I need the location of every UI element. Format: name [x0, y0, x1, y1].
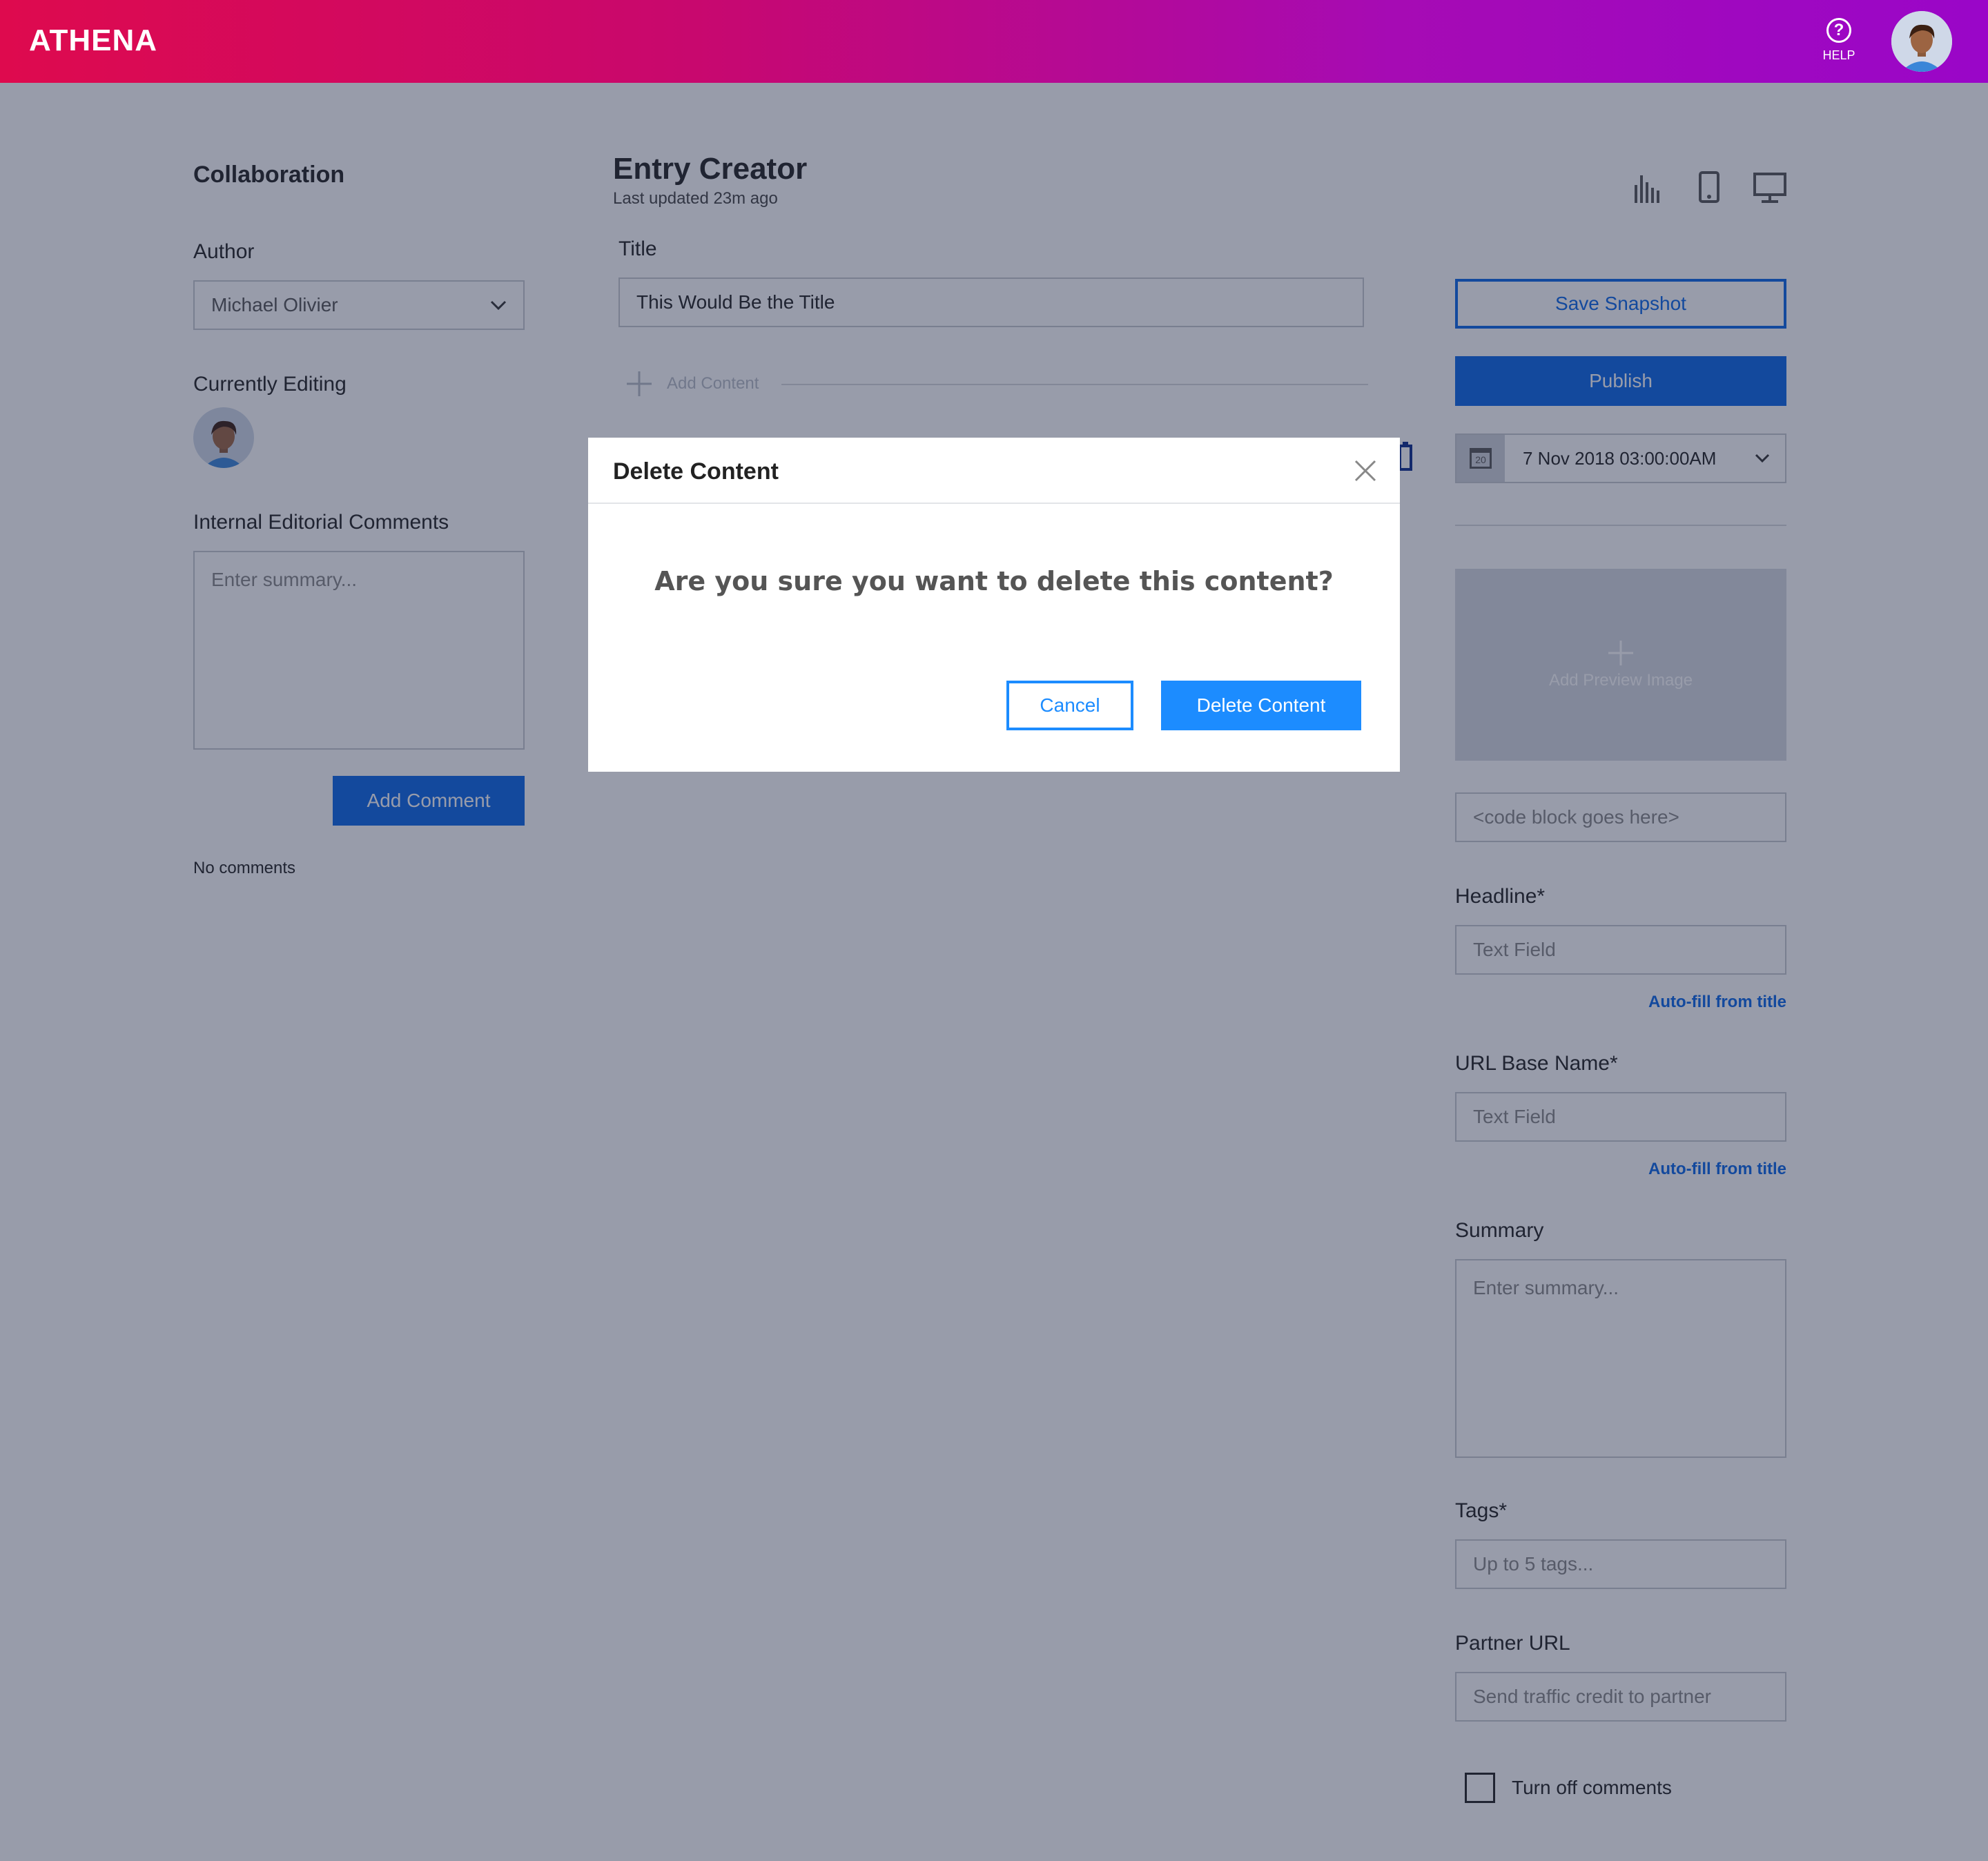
app-logo[interactable]: ATHENA [29, 23, 157, 58]
app-header: ATHENA ? HELP [0, 0, 1988, 83]
modal-backdrop[interactable] [0, 83, 1988, 1861]
close-icon[interactable] [1353, 458, 1378, 483]
cancel-button[interactable]: Cancel [1006, 681, 1133, 730]
help-label: HELP [1822, 48, 1855, 62]
user-avatar[interactable] [1891, 11, 1952, 72]
delete-content-modal: Delete Content Are you sure you want to … [588, 438, 1400, 772]
confirm-delete-button[interactable]: Delete Content [1161, 681, 1361, 730]
modal-question: Are you sure you want to delete this con… [654, 566, 1334, 596]
modal-title: Delete Content [613, 458, 779, 485]
help-icon: ? [1826, 18, 1851, 43]
modal-header: Delete Content [588, 438, 1400, 504]
help-button[interactable]: ? HELP [1817, 18, 1861, 63]
